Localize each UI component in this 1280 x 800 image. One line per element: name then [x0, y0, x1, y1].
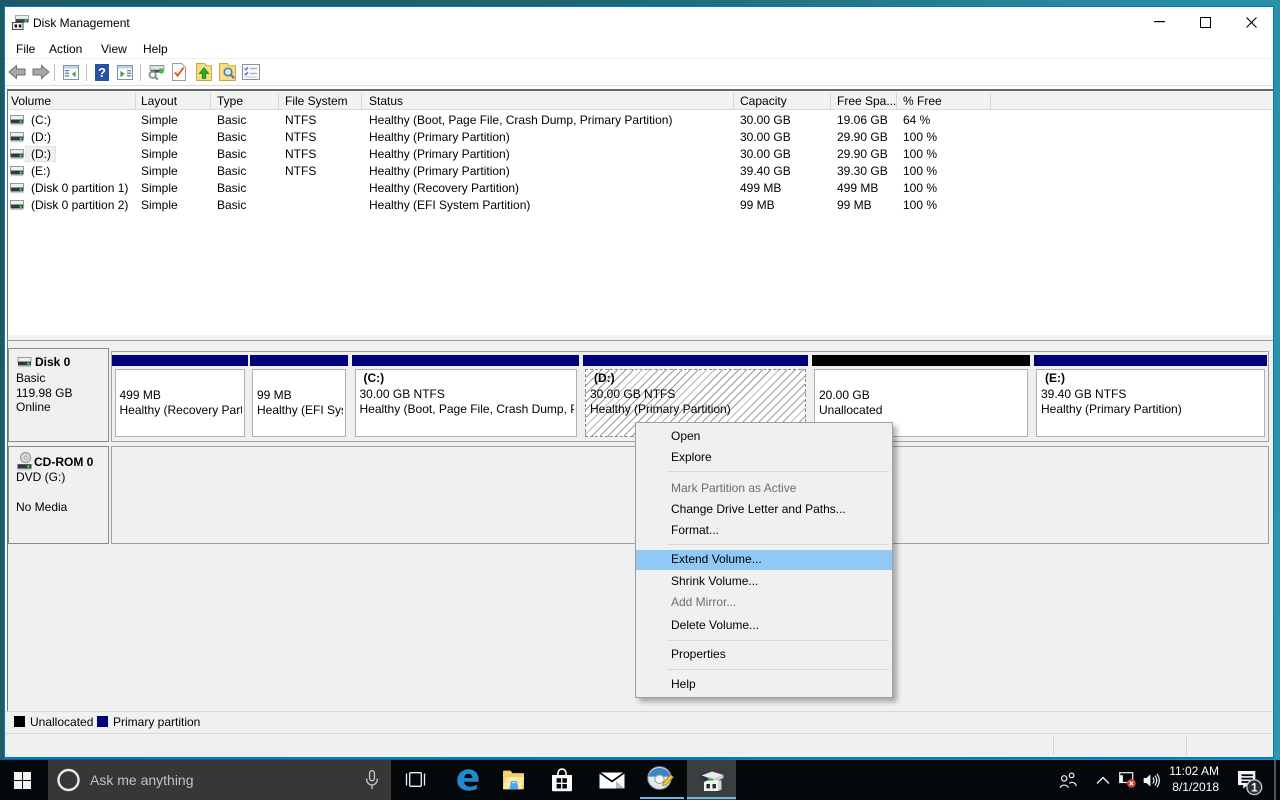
svg-text:?: ?	[98, 65, 106, 80]
svg-text:1: 1	[1251, 780, 1258, 794]
